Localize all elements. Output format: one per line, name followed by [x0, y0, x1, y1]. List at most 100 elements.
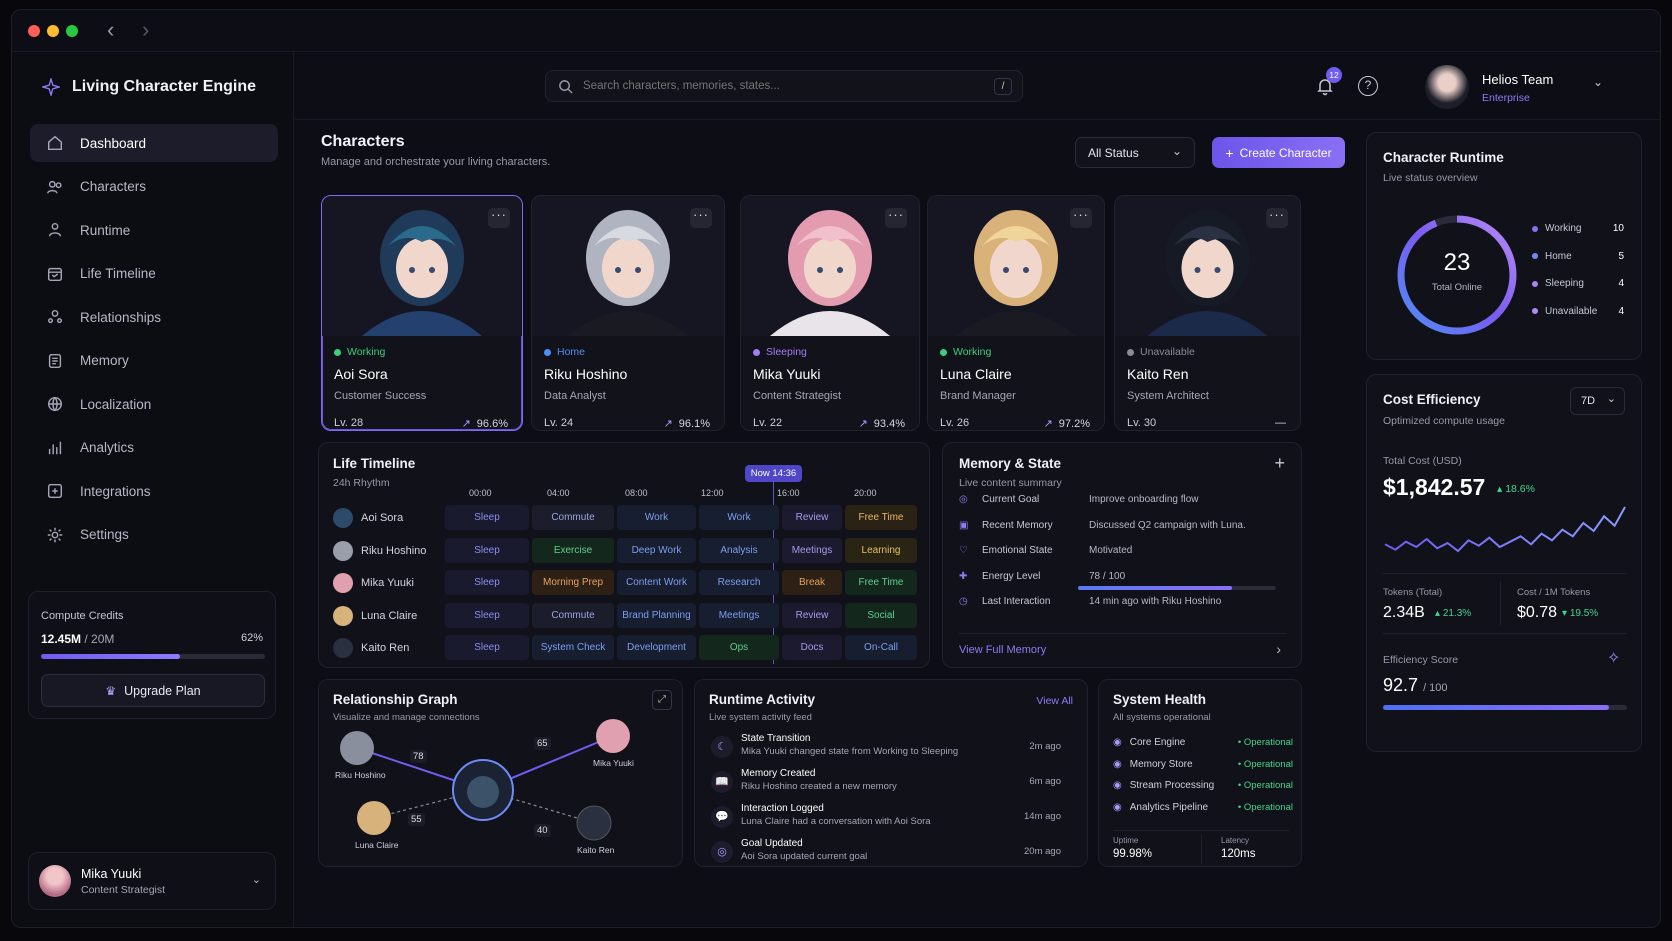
timeline-block[interactable]: Sleep — [445, 570, 529, 595]
node-label-mika: Mika Yuuki — [593, 758, 634, 768]
memory-value: 78 / 100 — [1089, 570, 1126, 582]
activity-item[interactable]: 💬 Interaction Logged Luna Claire had a con… — [711, 803, 1061, 835]
status-dot — [334, 348, 341, 356]
sidebar-item-settings[interactable]: Settings — [30, 516, 278, 554]
legend-dot — [1532, 308, 1538, 314]
timeline-block[interactable]: Commute — [532, 602, 614, 628]
timeline-block[interactable]: On-Call — [845, 635, 917, 660]
legend-label: Home — [1545, 250, 1572, 262]
timeline-block[interactable]: Work — [617, 505, 696, 530]
memory-icon: ▣ — [959, 519, 969, 531]
search-bar[interactable]: / — [545, 70, 1023, 102]
character-card[interactable]: ··· Unavailable Kaito Ren System Architect L… — [1114, 195, 1301, 431]
more-options-button[interactable]: ··· — [885, 208, 907, 228]
timeline-block[interactable]: Sleep — [445, 602, 529, 628]
maximize-window-button[interactable] — [66, 25, 78, 37]
timeline-block[interactable]: Brand Planning — [617, 602, 696, 628]
energy-icon: ✚ — [959, 570, 968, 582]
upgrade-plan-button[interactable]: ♛ Upgrade Plan — [41, 674, 265, 707]
edge-weight-kaito: 40 — [534, 824, 551, 837]
timeline-block[interactable]: Free Time — [845, 570, 917, 595]
timeline-block[interactable]: Work — [699, 505, 779, 530]
more-options-button[interactable]: ··· — [1266, 208, 1288, 228]
timeline-block[interactable]: Research — [699, 570, 779, 595]
close-window-button[interactable] — [28, 25, 40, 37]
timeline-block[interactable]: System Check — [532, 635, 614, 660]
sidebar-item-dashboard[interactable]: Dashboard — [30, 124, 278, 162]
activity-item[interactable]: ◎ Goal Updated Aoi Sora updated current go… — [711, 838, 1061, 870]
activity-title: Memory Created — [741, 768, 816, 779]
relationships-icon — [47, 309, 63, 324]
sidebar-item-integrations[interactable]: Integrations — [30, 472, 278, 510]
timeline-block[interactable]: Review — [782, 602, 842, 628]
timeline-block[interactable]: Learning — [845, 537, 917, 563]
timeline-block[interactable]: Social — [845, 602, 917, 628]
timeline-block[interactable]: Sleep — [445, 505, 529, 530]
node-mika[interactable] — [596, 719, 630, 753]
sparkle-logo-icon — [42, 78, 60, 96]
node-label-kaito: Kaito Ren — [577, 845, 615, 855]
chevron-right-icon[interactable]: › — [1276, 641, 1281, 657]
timeline-block[interactable]: Docs — [782, 635, 842, 660]
back-arrow-icon[interactable]: ‹ — [107, 19, 114, 41]
timeline-block[interactable]: Meetings — [699, 602, 779, 628]
current-user-card[interactable]: Mika Yuuki Content Strategist ⌄ — [28, 852, 276, 910]
character-card[interactable]: ··· Sleeping Mika Yuuki Content Strategist L… — [740, 195, 920, 431]
view-all-link[interactable]: View All — [1036, 695, 1073, 707]
add-memory-button[interactable]: + — [1274, 453, 1285, 474]
create-character-button[interactable]: + Create Character — [1212, 137, 1345, 168]
sidebar-item-relationships[interactable]: Relationships — [30, 298, 278, 336]
sidebar-item-localization[interactable]: Localization — [30, 385, 278, 423]
search-input[interactable] — [583, 80, 973, 92]
users-icon — [47, 180, 62, 194]
cost-range-select[interactable]: 7D ⌄ — [1570, 387, 1625, 415]
activity-item[interactable]: ☾ State Transition Mika Yuuki changed stat… — [711, 733, 1061, 765]
sidebar-item-analytics[interactable]: Analytics — [30, 429, 278, 467]
more-options-button[interactable]: ··· — [690, 208, 712, 228]
timeline-row: Kaito Ren — [333, 635, 409, 661]
minimize-window-button[interactable] — [47, 25, 59, 37]
team-menu[interactable]: Helios Team Enterprise ⌄ — [1425, 65, 1635, 109]
help-icon[interactable]: ? — [1358, 76, 1378, 96]
sidebar-item-runtime[interactable]: Runtime — [30, 211, 278, 249]
node-riku[interactable] — [340, 731, 374, 765]
timeline-block[interactable]: Sleep — [445, 537, 529, 563]
timeline-block[interactable]: Commute — [532, 505, 614, 530]
character-runtime-card: Character Runtime Live status overview 2… — [1366, 132, 1642, 360]
timeline-block[interactable]: Ops — [699, 635, 779, 660]
notifications-button[interactable]: 12 — [1315, 67, 1342, 98]
timeline-block[interactable]: Development — [617, 635, 696, 660]
cost-per-label: Cost / 1M Tokens — [1517, 587, 1591, 598]
more-options-button[interactable]: ··· — [1070, 208, 1092, 228]
timeline-block[interactable]: Morning Prep — [532, 570, 614, 595]
sidebar-item-memory[interactable]: Memory — [30, 342, 278, 380]
legend-label: Working — [1545, 223, 1582, 234]
timeline-block[interactable]: Free Time — [845, 505, 917, 530]
energy-fill — [1078, 585, 1233, 590]
brand[interactable]: Living Character Engine — [42, 78, 256, 96]
activity-item[interactable]: 📖 Memory Created Riku Hoshino created a ne… — [711, 768, 1061, 800]
forward-arrow-icon[interactable]: › — [142, 19, 149, 41]
chevron-down-icon[interactable]: ⌄ — [252, 873, 261, 886]
character-card[interactable]: ··· Working Luna Claire Brand Manager Lv. 26… — [927, 195, 1105, 431]
node-luna[interactable] — [357, 801, 391, 835]
status-filter-select[interactable]: All Status ⌄ — [1075, 137, 1195, 168]
view-full-memory-link[interactable]: View Full Memory — [959, 644, 1046, 656]
timeline-block[interactable]: Content Work — [617, 570, 696, 595]
character-card[interactable]: ··· Working Aoi Sora Customer Success Lv. 28… — [321, 195, 523, 431]
search-shortcut: / — [994, 78, 1012, 95]
timeline-block[interactable]: Analysis — [699, 537, 779, 563]
timeline-block[interactable]: Review — [782, 505, 842, 530]
sidebar-item-life-timeline[interactable]: Life Timeline — [30, 255, 278, 293]
timeline-block[interactable]: Break — [782, 570, 842, 595]
character-card[interactable]: ··· Home Riku Hoshino Data Analyst Lv. 24 ↗ 96… — [531, 195, 725, 431]
timeline-block[interactable]: Exercise — [532, 537, 614, 563]
health-name: Stream Processing — [1129, 780, 1215, 791]
sidebar-item-label: Integrations — [80, 483, 151, 499]
node-kaito[interactable] — [576, 805, 612, 841]
sidebar-item-characters[interactable]: Characters — [30, 168, 278, 206]
timeline-block[interactable]: Meetings — [782, 537, 842, 563]
timeline-block[interactable]: Deep Work — [617, 537, 696, 563]
more-options-button[interactable]: ··· — [488, 208, 510, 228]
timeline-block[interactable]: Sleep — [445, 635, 529, 660]
